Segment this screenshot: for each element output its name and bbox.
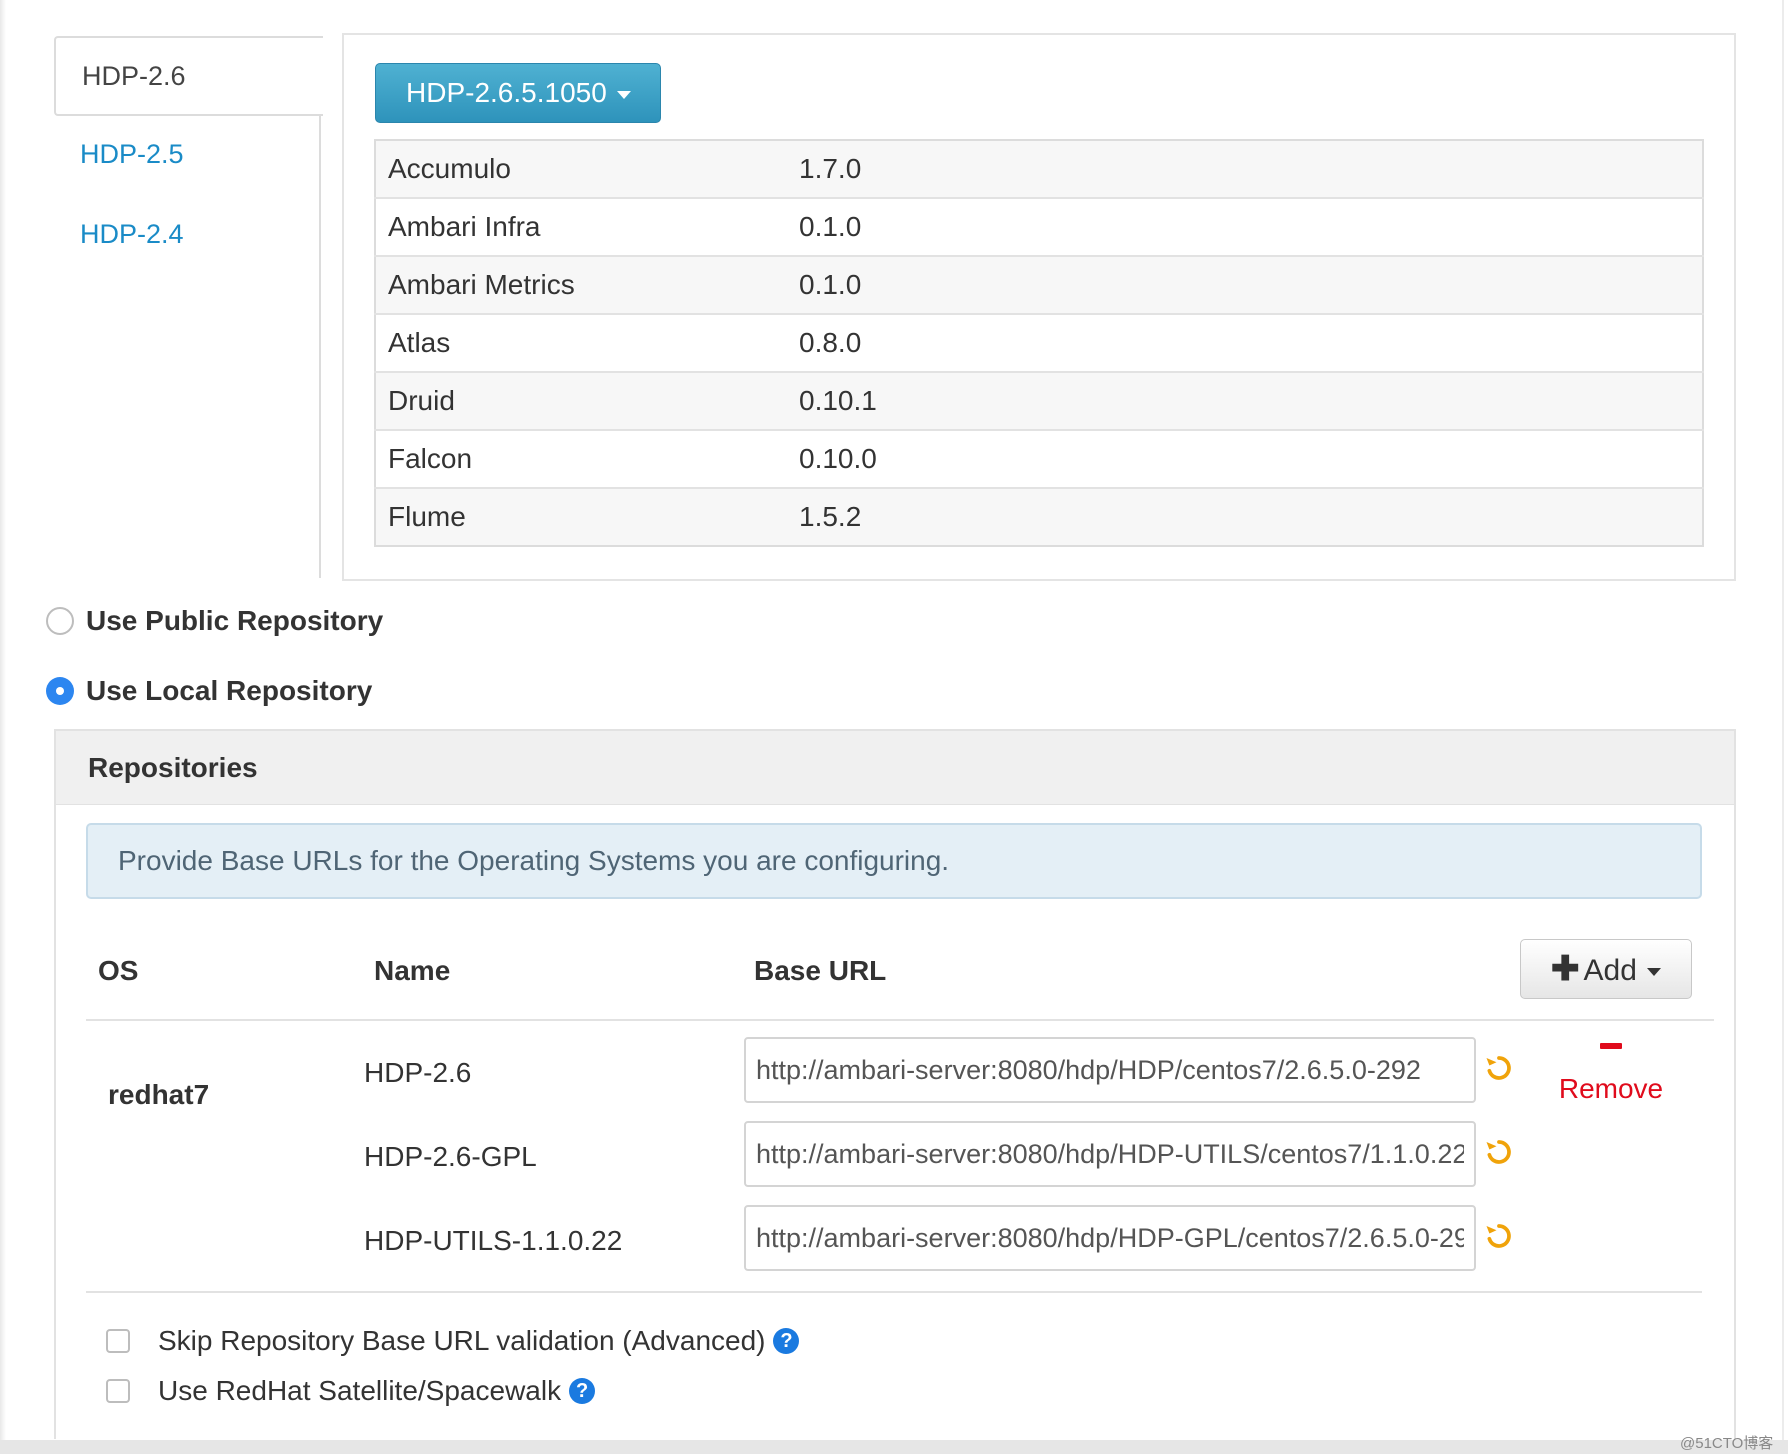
table-row: Falcon 0.10.0 bbox=[375, 429, 1703, 488]
service-name: Ambari Infra bbox=[375, 197, 799, 256]
service-version: 0.1.0 bbox=[799, 197, 1703, 256]
ambari-install-wizard: HDP-2.6 HDP-2.5 HDP-2.4 HDP-2.6.5.1050 A… bbox=[0, 0, 1788, 1454]
column-header-base-url: Base URL bbox=[754, 955, 887, 986]
local-repo-radio[interactable] bbox=[46, 677, 74, 705]
column-header-name: Name bbox=[374, 955, 451, 986]
version-dropdown-button[interactable]: HDP-2.6.5.1050 bbox=[375, 63, 661, 123]
tab-hdp-2-6[interactable]: HDP-2.6 bbox=[54, 36, 323, 116]
service-version: 1.5.2 bbox=[799, 487, 1703, 546]
watermark: @51CTO博客 bbox=[1680, 1435, 1774, 1452]
plus-icon: ✚ bbox=[1551, 950, 1580, 988]
satellite-label: Use RedHat Satellite/Spacewalk bbox=[158, 1375, 562, 1406]
service-name: Flume bbox=[375, 487, 799, 546]
table-row: Druid 0.10.1 bbox=[375, 371, 1703, 430]
table-row: Ambari Infra 0.1.0 bbox=[375, 197, 1703, 256]
services-table: Accumulo 1.7.0 Ambari Infra 0.1.0 Ambari M… bbox=[374, 139, 1704, 547]
service-name: Falcon bbox=[375, 429, 799, 488]
question-circle-icon[interactable]: ? bbox=[773, 1328, 800, 1354]
table-row: Atlas 0.8.0 bbox=[375, 313, 1703, 372]
tab-hdp-2-4[interactable]: HDP-2.4 bbox=[54, 196, 319, 276]
remove-os-button[interactable]: Remove bbox=[1556, 1043, 1666, 1105]
caret-down-icon bbox=[1646, 968, 1661, 977]
local-repo-option[interactable]: Use Local Repository bbox=[46, 674, 372, 708]
table-row: Ambari Metrics 0.1.0 bbox=[375, 255, 1703, 314]
base-url-input[interactable] bbox=[744, 1205, 1476, 1271]
undo-icon[interactable] bbox=[1484, 1221, 1514, 1251]
stack-tabs: HDP-2.6 HDP-2.5 HDP-2.4 bbox=[54, 36, 323, 578]
service-name: Druid bbox=[375, 371, 799, 430]
undo-icon[interactable] bbox=[1484, 1053, 1514, 1083]
local-repo-label: Use Local Repository bbox=[86, 675, 373, 706]
caret-down-icon bbox=[616, 90, 631, 99]
repositories-panel: Repositories Provide Base URLs for the O… bbox=[54, 729, 1736, 1439]
service-name: Ambari Metrics bbox=[375, 255, 799, 314]
public-repo-option[interactable]: Use Public Repository bbox=[46, 604, 383, 638]
right-edge-line bbox=[1782, 0, 1784, 1454]
skip-validation-option[interactable]: Skip Repository Base URL validation (Adv… bbox=[106, 1325, 800, 1357]
base-url-input[interactable] bbox=[744, 1037, 1476, 1103]
service-version: 0.10.0 bbox=[799, 429, 1703, 488]
add-button-label: Add bbox=[1583, 954, 1637, 987]
column-header-os: OS bbox=[98, 955, 139, 986]
satellite-option[interactable]: Use RedHat Satellite/Spacewalk ? bbox=[106, 1375, 596, 1407]
skip-validation-checkbox[interactable] bbox=[106, 1329, 130, 1353]
tab-hdp-2-5[interactable]: HDP-2.5 bbox=[54, 116, 319, 196]
os-label: redhat7 bbox=[108, 1079, 210, 1110]
service-version: 0.8.0 bbox=[799, 313, 1703, 372]
public-repo-label: Use Public Repository bbox=[86, 605, 384, 636]
add-os-button[interactable]: ✚ Add bbox=[1520, 939, 1692, 999]
service-name: Accumulo bbox=[375, 140, 799, 198]
left-edge-shadow bbox=[0, 0, 6, 1454]
undo-icon[interactable] bbox=[1484, 1137, 1514, 1167]
public-repo-radio[interactable] bbox=[46, 607, 74, 635]
question-circle-icon[interactable]: ? bbox=[569, 1378, 596, 1404]
version-panel: HDP-2.6.5.1050 Accumulo 1.7.0 Ambari Infr… bbox=[342, 33, 1736, 581]
base-url-input[interactable] bbox=[744, 1121, 1476, 1187]
table-row: Flume 1.5.2 bbox=[375, 487, 1703, 546]
table-row: Accumulo 1.7.0 bbox=[375, 140, 1703, 198]
bottom-edge bbox=[0, 1440, 1788, 1454]
repo-name: HDP-2.6-GPL bbox=[364, 1141, 537, 1172]
satellite-checkbox[interactable] bbox=[106, 1379, 130, 1403]
minus-icon bbox=[1600, 1043, 1622, 1049]
service-version: 1.7.0 bbox=[799, 140, 1703, 198]
version-dropdown-label: HDP-2.6.5.1050 bbox=[406, 77, 607, 108]
remove-label: Remove bbox=[1558, 1073, 1664, 1104]
divider bbox=[86, 1291, 1702, 1293]
repo-name: HDP-UTILS-1.1.0.22 bbox=[364, 1225, 623, 1256]
skip-validation-label: Skip Repository Base URL validation (Adv… bbox=[158, 1325, 766, 1356]
info-alert: Provide Base URLs for the Operating Syst… bbox=[86, 823, 1702, 899]
divider bbox=[86, 1019, 1714, 1021]
service-version: 0.10.1 bbox=[799, 371, 1703, 430]
repo-name: HDP-2.6 bbox=[364, 1057, 472, 1088]
service-version: 0.1.0 bbox=[799, 255, 1703, 314]
repositories-heading: Repositories bbox=[56, 731, 1734, 805]
service-name: Atlas bbox=[375, 313, 799, 372]
